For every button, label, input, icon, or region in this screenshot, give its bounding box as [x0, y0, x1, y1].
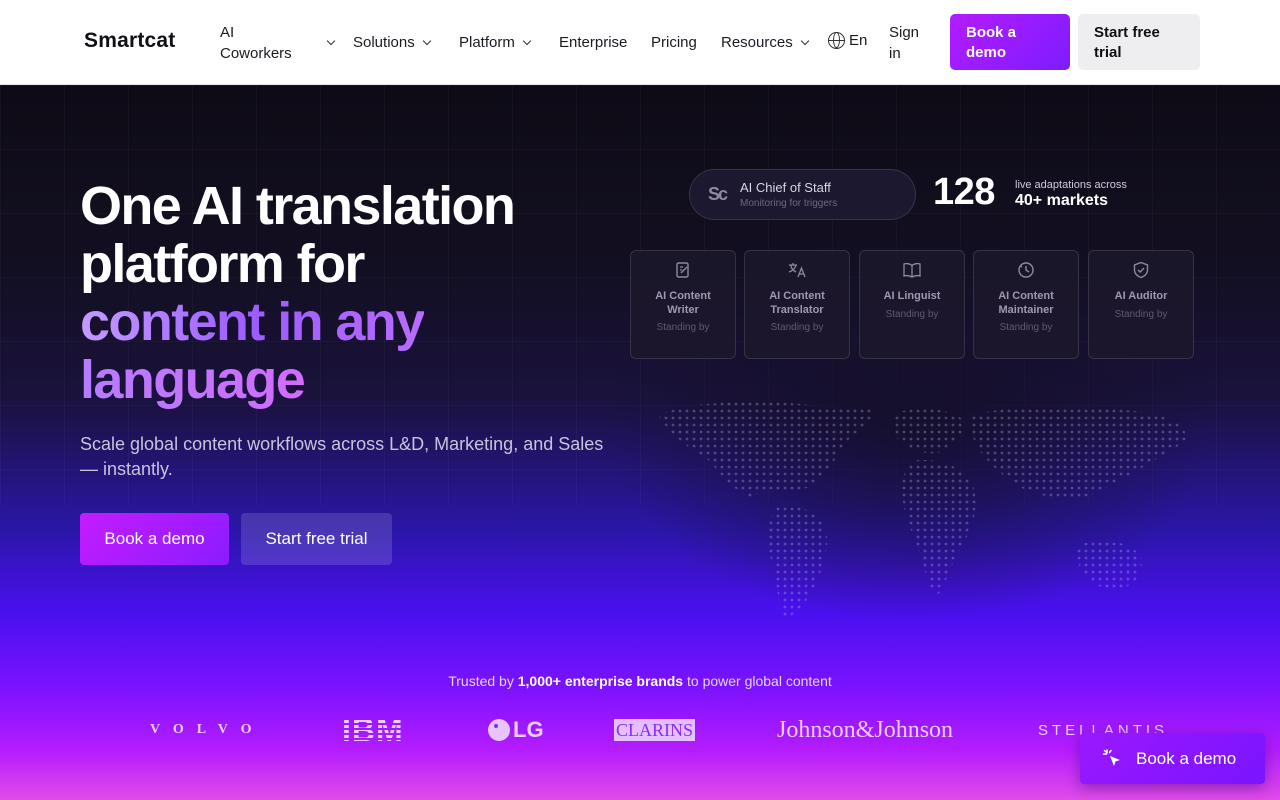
translate-icon [745, 261, 849, 283]
markets-count: 40+ markets [1015, 192, 1108, 209]
agent-status: Standing by [770, 322, 824, 333]
book-demo-button-top[interactable]: Book a demo [950, 14, 1070, 70]
dotted-world-map [658, 401, 1186, 618]
agent-name: AI Content Writer [631, 289, 735, 317]
nav-item-ai-coworkers-label: AI Coworkers [220, 22, 292, 64]
nav-item-pricing-label: Pricing [651, 34, 697, 51]
nav-item-platform[interactable]: Platform [459, 0, 532, 85]
pill-title: AI Chief of Staff [740, 180, 831, 195]
trusted-prefix: Trusted by [448, 673, 518, 689]
floating-book-demo-button[interactable]: Book a demo [1080, 733, 1265, 784]
agent-name: AI Auditor [1089, 289, 1193, 303]
shield-check-icon [1089, 261, 1193, 283]
agent-name-line1: AI Auditor [1114, 290, 1168, 302]
chevron-down-icon [800, 36, 809, 45]
sign-in-link[interactable]: Sign in [889, 0, 919, 85]
sign-in-line2: in [889, 44, 901, 62]
agent-name-line2: Translator [770, 304, 824, 316]
agent-name: AI Content Translator [745, 289, 849, 317]
headline-line3: content in any [80, 292, 425, 352]
agent-name-line1: AI Linguist [883, 290, 941, 302]
headline-line1: One AI translation [80, 176, 516, 236]
agent-name-line1: AI Content [998, 290, 1054, 302]
language-selector[interactable]: En [828, 32, 867, 49]
edit-icon [631, 261, 735, 283]
start-trial-button[interactable]: Start free trial [241, 513, 392, 565]
book-demo-top-line2: demo [966, 44, 1007, 61]
chevron-down-icon [326, 36, 335, 45]
lg-logo-text: LG [513, 717, 544, 742]
trusted-by-text: Trusted by 1,000+ enterprise brands to p… [0, 673, 1280, 689]
cursor-click-icon [1102, 748, 1120, 766]
agent-card-content-translator[interactable]: AI Content Translator Standing by [744, 250, 850, 359]
nav-item-platform-label: Platform [459, 34, 515, 51]
lg-logo: LG [488, 710, 544, 750]
agent-name: AI Content Maintainer [974, 289, 1078, 317]
johnson-johnson-logo: Johnson&Johnson [777, 716, 954, 743]
hero-headline: One AI translation platform for content … [80, 177, 640, 409]
agent-status: Standing by [1114, 309, 1168, 320]
agent-name-line2: Writer [667, 304, 699, 316]
nav-item-pricing[interactable]: Pricing [651, 0, 697, 85]
smartcat-mark-icon: Sc [708, 184, 728, 204]
start-trial-top-line2: trial [1094, 44, 1122, 61]
trusted-suffix: to power global content [683, 673, 832, 689]
agent-card-linguist[interactable]: AI Linguist Standing by [859, 250, 965, 359]
ai-chief-of-staff-pill: Sc AI Chief of Staff Monitoring for trig… [689, 169, 916, 220]
volvo-logo: VOLVO [150, 722, 265, 737]
top-navbar: Smartcat AI Coworkers Solutions Platform… [0, 0, 1280, 85]
agent-status: Standing by [656, 322, 710, 333]
nav-item-solutions[interactable]: Solutions [353, 0, 431, 85]
hero-section: One AI translation platform for content … [0, 85, 1280, 800]
nav-item-enterprise-label: Enterprise [559, 34, 628, 51]
sign-in-label: Sign in [889, 22, 919, 64]
start-trial-top-line1: Start free [1094, 24, 1160, 41]
refresh-clock-icon [974, 261, 1078, 283]
book-demo-button[interactable]: Book a demo [80, 513, 229, 565]
agent-card-auditor[interactable]: AI Auditor Standing by [1088, 250, 1194, 359]
headline-line4: language [80, 350, 306, 410]
headline-line2: platform for [80, 234, 365, 294]
hero-subtitle: Scale global content workflows across L&… [80, 434, 604, 479]
agent-status: Standing by [999, 322, 1053, 333]
nav-ai-line2: Coworkers [220, 44, 292, 62]
sign-in-line1: Sign [889, 23, 920, 41]
adaptations-caption: live adaptations across [1015, 179, 1127, 191]
globe-icon [828, 32, 845, 49]
agent-name-line1: AI Content [655, 290, 711, 302]
ibm-logo: IBM [342, 710, 404, 750]
smartcat-logo[interactable]: Smartcat [84, 29, 175, 53]
lg-circle-icon [488, 719, 510, 741]
agent-card-content-writer[interactable]: AI Content Writer Standing by [630, 250, 736, 359]
agent-card-content-maintainer[interactable]: AI Content Maintainer Standing by [973, 250, 1079, 359]
nav-item-resources[interactable]: Resources [721, 0, 809, 85]
agent-name: AI Linguist [860, 289, 964, 303]
nav-item-ai-coworkers[interactable]: AI Coworkers [220, 0, 335, 85]
nav-ai-line1: AI [220, 23, 235, 41]
agent-name-line2: Maintainer [998, 304, 1054, 316]
trusted-bold: 1,000+ enterprise brands [517, 673, 684, 689]
chevron-down-icon [422, 36, 431, 45]
book-demo-top-line1: Book a [966, 24, 1017, 41]
nav-item-resources-label: Resources [721, 34, 793, 51]
nav-item-solutions-label: Solutions [353, 34, 415, 51]
language-label: En [849, 32, 868, 49]
agent-status: Standing by [885, 309, 939, 320]
floating-book-demo-label: Book a demo [1136, 748, 1237, 768]
clarins-logo: CLARINS [614, 719, 696, 741]
pill-subtitle: Monitoring for triggers [740, 198, 838, 209]
nav-item-enterprise[interactable]: Enterprise [559, 0, 627, 85]
adaptations-count: 128 [933, 171, 995, 213]
agent-name-line1: AI Content [769, 290, 825, 302]
chevron-down-icon [522, 36, 532, 45]
start-trial-button-top[interactable]: Start free trial [1078, 14, 1200, 70]
book-icon [860, 261, 964, 283]
